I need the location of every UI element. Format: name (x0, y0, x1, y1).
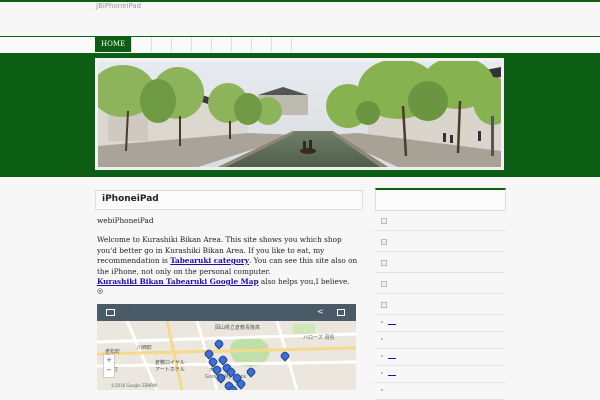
sidebar-link-underline (388, 324, 396, 325)
zoom-out-icon[interactable]: − (104, 365, 114, 375)
nav-item-2[interactable] (152, 37, 173, 52)
sidebar-link-underline (388, 358, 396, 359)
fullscreen-icon[interactable] (337, 309, 345, 316)
sidebar-link-5[interactable] (375, 383, 505, 400)
header-top-line (0, 0, 600, 2)
sidebar-item-5[interactable] (375, 294, 505, 315)
map-label-art-hotel: アートホテル (155, 367, 185, 373)
share-icon[interactable]: < (317, 307, 324, 316)
list-bullet-icon (381, 239, 387, 245)
nav-item-8[interactable] (272, 37, 293, 52)
sidebar (375, 188, 506, 400)
post-subtitle: webiPhoneiPad (97, 216, 154, 225)
post-mark: ◎ (97, 287, 104, 295)
bullet-dot-icon (381, 372, 383, 374)
bullet-dot-icon (381, 338, 383, 340)
sidebar-header (375, 188, 506, 211)
post-title-box: iPhoneiPad (95, 190, 363, 210)
list-bullet-icon (381, 281, 387, 287)
main-nav: HOME (0, 36, 600, 54)
map-copyright: ©2016 Google ZENRIN (111, 383, 158, 388)
bullet-dot-icon (381, 321, 383, 323)
sidebar-item-2[interactable] (375, 231, 505, 252)
sidebar-link-3[interactable] (375, 349, 505, 366)
post-body: Welcome to Kurashiki Bikan Area. This si… (97, 235, 361, 288)
sidebar-link-1[interactable] (375, 315, 505, 332)
map-title-dot: · (135, 308, 137, 315)
nav-item-3[interactable] (172, 37, 193, 52)
google-map-link[interactable]: Kurashiki Bikan Tabearuki Google Map (97, 277, 259, 286)
sidebar-item-1[interactable] (375, 210, 505, 231)
sidebar-item-3[interactable] (375, 252, 505, 273)
sidebar-link-underline (388, 375, 396, 376)
bullet-dot-icon (381, 355, 383, 357)
bullet-dot-icon (381, 389, 383, 391)
map-label-seiryo: 岡山県立倉敷青陵高 (215, 325, 261, 331)
map-label-kawanishi: 川西町 (137, 345, 153, 351)
map-zoom-control: + − (103, 354, 115, 378)
map-label-halows: ハローズ 羽島 (303, 335, 335, 341)
sidebar-link-2[interactable] (375, 332, 505, 349)
list-bullet-icon (381, 302, 387, 308)
nav-item-5[interactable] (212, 37, 233, 52)
zoom-in-icon[interactable]: + (104, 355, 114, 365)
site-title[interactable]: JBiPhoneiPad (96, 2, 141, 10)
header-photo-frame (95, 58, 504, 170)
nav-item-6[interactable] (232, 37, 253, 52)
nav-home[interactable]: HOME (95, 37, 133, 52)
list-bullet-icon (381, 260, 387, 266)
post-title[interactable]: iPhoneiPad (102, 194, 159, 204)
map-sidebar-icon[interactable] (106, 309, 115, 316)
nav-item-1[interactable] (132, 37, 153, 52)
tabearuki-category-link[interactable]: Tabearuki category (170, 256, 249, 265)
embedded-google-map[interactable]: · < 岡山県立倉敷青陵高 ハローズ 羽島 倉敷ロイヤル アートホテル 白楽町 … (97, 304, 356, 390)
sidebar-link-4[interactable] (375, 366, 505, 383)
header-photo-kurashiki-canal (98, 61, 501, 167)
nav-item-4[interactable] (192, 37, 213, 52)
sidebar-item-4[interactable] (375, 273, 505, 294)
nav-item-7[interactable] (252, 37, 273, 52)
list-bullet-icon (381, 218, 387, 224)
post-tail: also helps you,I believe. (258, 277, 350, 286)
map-label-royal: 倉敷ロイヤル (155, 360, 185, 366)
